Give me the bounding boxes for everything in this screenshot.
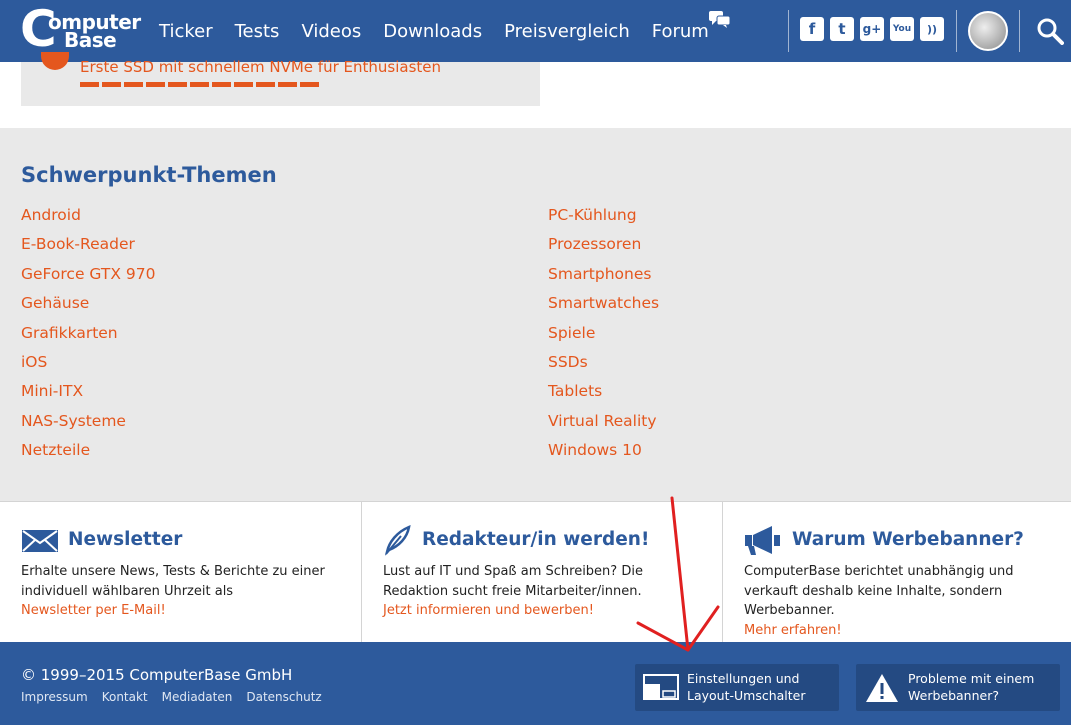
topic-link[interactable]: Smartwatches <box>548 294 659 323</box>
topic-link[interactable]: Gehäuse <box>21 294 155 323</box>
rss-glyph: )) <box>926 22 938 36</box>
computerbase-logo[interactable]: C omputer Base <box>20 0 141 58</box>
envelope-icon <box>22 530 58 552</box>
youtube-icon[interactable]: You <box>890 17 914 41</box>
newsletter-title: Newsletter <box>68 529 183 550</box>
layout-switch-icon <box>643 674 679 700</box>
teaser-link[interactable]: Erste SSD mit schnellem NVMe für Enthusi… <box>80 58 441 76</box>
megaphone-icon <box>745 526 780 555</box>
topics-heading: Schwerpunkt-Themen <box>21 163 277 187</box>
ad-problems-button[interactable]: Probleme mit einem Werbebanner? <box>856 664 1060 711</box>
copyright: © 1999–2015 ComputerBase GmbH <box>21 666 293 684</box>
topic-link[interactable]: Virtual Reality <box>548 412 659 441</box>
facebook-glyph: f <box>808 20 816 38</box>
footer-links: Impressum Kontakt Mediadaten Datenschutz <box>21 690 322 704</box>
nav-forum-label: Forum <box>651 20 709 42</box>
newsletter-text: Erhalte unsere News, Tests & Berichte zu… <box>21 564 325 599</box>
nav-preisvergleich[interactable]: Preisvergleich <box>504 21 630 42</box>
settings-layout-button[interactable]: Einstellungen und Layout-Umschalter <box>635 664 839 711</box>
nav-downloads[interactable]: Downloads <box>383 21 482 42</box>
header-divider <box>788 10 789 52</box>
topic-link[interactable]: GeForce GTX 970 <box>21 265 155 294</box>
ads-link[interactable]: Mehr erfahren! <box>744 621 1064 641</box>
topic-link[interactable]: Android <box>21 206 155 235</box>
topic-link[interactable]: E-Book-Reader <box>21 235 155 264</box>
newsletter-text-block: Erhalte unsere News, Tests & Berichte zu… <box>21 562 341 621</box>
main-nav: Ticker Tests Videos Downloads Preisvergl… <box>159 0 731 62</box>
facebook-icon[interactable]: f <box>800 17 824 41</box>
header-divider <box>956 10 957 52</box>
editor-text-block: Lust auf IT und Spaß am Schreiben? Die R… <box>383 562 703 621</box>
rss-icon[interactable]: )) <box>920 17 944 41</box>
topic-link[interactable]: Mini-ITX <box>21 382 155 411</box>
editor-box: Redakteur/in werden! Lust auf IT und Spa… <box>361 502 722 643</box>
problems-line-2: Werbebanner? <box>908 687 999 703</box>
editor-title: Redakteur/in werden! <box>422 529 650 550</box>
settings-line-2: Layout-Umschalter <box>687 687 806 703</box>
topic-link[interactable]: Smartphones <box>548 265 659 294</box>
speech-bubbles-icon <box>708 10 731 28</box>
logo-word-base: Base <box>64 28 117 52</box>
topic-link[interactable]: Tablets <box>548 382 659 411</box>
user-avatar[interactable] <box>968 11 1008 51</box>
topic-link[interactable]: Spiele <box>548 324 659 353</box>
editor-link[interactable]: Jetzt informieren und bewerben! <box>383 601 703 621</box>
footer-link-datenschutz[interactable]: Datenschutz <box>246 690 321 704</box>
googleplus-icon[interactable]: g+ <box>860 17 884 41</box>
topic-link[interactable]: Netzteile <box>21 441 155 470</box>
topics-list-right: PC-Kühlung Prozessoren Smartphones Smart… <box>548 206 659 471</box>
topics-list-left: Android E-Book-Reader GeForce GTX 970 Ge… <box>21 206 155 471</box>
teaser-badge <box>41 52 69 70</box>
info-boxes: Newsletter Erhalte unsere News, Tests & … <box>0 501 1071 643</box>
topic-link[interactable]: Prozessoren <box>548 235 659 264</box>
search-icon[interactable] <box>1036 17 1064 45</box>
topic-link[interactable]: NAS-Systeme <box>21 412 155 441</box>
footer-link-mediadaten[interactable]: Mediadaten <box>162 690 233 704</box>
footer-link-impressum[interactable]: Impressum <box>21 690 88 704</box>
topic-link[interactable]: SSDs <box>548 353 659 382</box>
nav-tests[interactable]: Tests <box>235 21 280 42</box>
topic-link[interactable]: Windows 10 <box>548 441 659 470</box>
nav-videos[interactable]: Videos <box>301 21 361 42</box>
ads-box: Warum Werbebanner? ComputerBase berichte… <box>722 502 1071 643</box>
newsletter-link[interactable]: Newsletter per E-Mail! <box>21 601 341 621</box>
newsletter-box: Newsletter Erhalte unsere News, Tests & … <box>0 502 361 643</box>
nav-ticker[interactable]: Ticker <box>159 21 213 42</box>
site-footer: © 1999–2015 ComputerBase GmbH Impressum … <box>0 642 1071 725</box>
ad-problems-label: Probleme mit einem Werbebanner? <box>908 671 1034 704</box>
ads-title: Warum Werbebanner? <box>792 529 1024 550</box>
topic-link[interactable]: PC-Kühlung <box>548 206 659 235</box>
warning-icon <box>866 674 898 702</box>
teaser-progress-bars <box>80 82 319 87</box>
problems-line-1: Probleme mit einem <box>908 671 1035 686</box>
ads-text: ComputerBase berichtet unabhängig und ve… <box>744 564 1014 618</box>
article-teaser-card: Erste SSD mit schnellem NVMe für Enthusi… <box>21 52 540 106</box>
footer-link-kontakt[interactable]: Kontakt <box>102 690 148 704</box>
site-header: C omputer Base Ticker Tests Videos Downl… <box>0 0 1071 62</box>
social-links: f t g+ You )) <box>800 17 944 41</box>
header-divider <box>1019 10 1020 52</box>
settings-layout-label: Einstellungen und Layout-Umschalter <box>687 671 806 704</box>
ads-text-block: ComputerBase berichtet unabhängig und ve… <box>744 562 1064 640</box>
twitter-glyph: t <box>838 20 846 38</box>
youtube-glyph: You <box>892 24 912 34</box>
editor-text: Lust auf IT und Spaß am Schreiben? Die R… <box>383 564 643 599</box>
nav-forum[interactable]: Forum <box>651 10 731 42</box>
googleplus-glyph: g+ <box>862 22 882 36</box>
settings-line-1: Einstellungen und <box>687 671 800 686</box>
twitter-icon[interactable]: t <box>830 17 854 41</box>
pen-icon <box>384 524 411 556</box>
topic-link[interactable]: iOS <box>21 353 155 382</box>
topic-link[interactable]: Grafikkarten <box>21 324 155 353</box>
